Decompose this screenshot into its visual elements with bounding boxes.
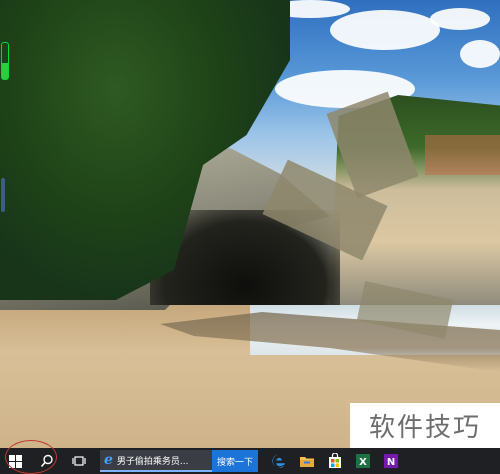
onenote-icon: N <box>384 454 399 468</box>
red-cliff <box>425 135 500 175</box>
task-view-button[interactable] <box>64 448 94 474</box>
side-indicator <box>1 178 5 212</box>
file-explorer-icon <box>300 457 315 467</box>
search-web-button[interactable]: 搜索一下 <box>212 450 259 472</box>
browser-tab-title: 男子偷拍乘务员... <box>116 456 189 467</box>
side-gauge <box>1 42 9 80</box>
task-view-icon <box>72 456 86 466</box>
annotation-circle <box>5 440 57 474</box>
edge-icon <box>272 454 286 468</box>
excel-taskbar-item[interactable]: X <box>352 450 374 472</box>
store-icon <box>329 453 342 468</box>
svg-text:N: N <box>387 457 395 468</box>
internet-explorer-icon: e <box>104 452 113 468</box>
excel-icon: X <box>356 454 371 468</box>
onenote-taskbar-item[interactable]: N <box>380 450 402 472</box>
desktop-wallpaper <box>0 0 500 448</box>
file-explorer-taskbar-item[interactable] <box>296 450 318 472</box>
cloud <box>430 8 490 30</box>
taskbar: e 男子偷拍乘务员... 搜索一下 X N <box>0 448 500 474</box>
watermark: 软件技巧 <box>350 403 500 448</box>
store-taskbar-item[interactable] <box>324 450 346 472</box>
svg-text:X: X <box>359 457 367 468</box>
cloud <box>460 40 500 68</box>
cloud <box>330 10 440 50</box>
edge-taskbar-item[interactable] <box>268 450 290 472</box>
browser-taskbar-item[interactable]: e 男子偷拍乘务员... <box>100 450 212 472</box>
